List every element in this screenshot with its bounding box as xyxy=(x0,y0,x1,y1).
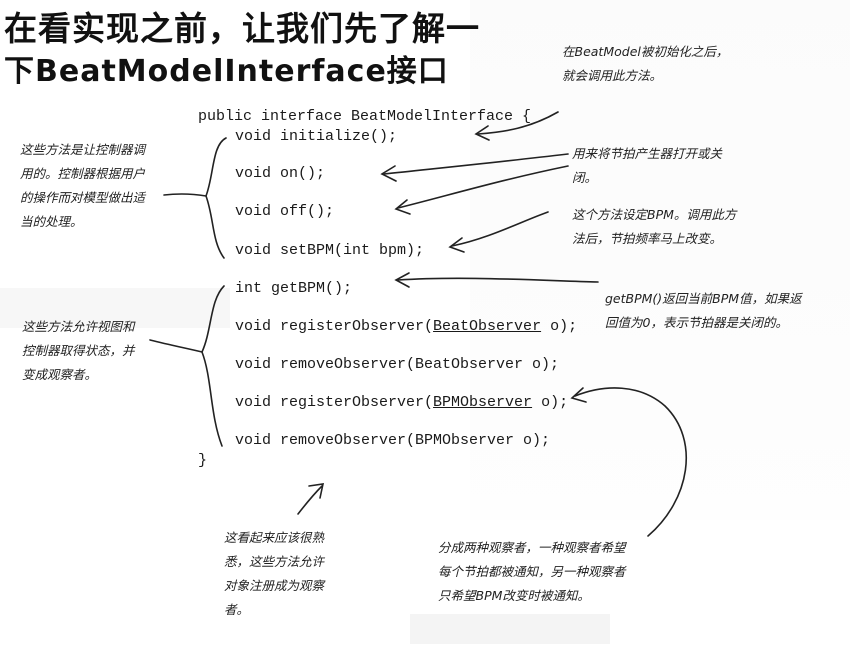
annotation-arrows xyxy=(149,111,687,537)
arrow-observers xyxy=(574,387,687,537)
book-page: 在看实现之前，让我们先了解一 下BeatModelInterface接口 pub… xyxy=(0,0,857,647)
brace-view xyxy=(201,285,225,447)
arrow-familiar xyxy=(297,485,323,515)
arrow-to-on xyxy=(383,153,569,175)
brace-controller xyxy=(205,137,227,259)
arrow-to-getbpm xyxy=(397,277,599,283)
arrow-to-setbpm xyxy=(451,211,549,247)
arrow-to-off xyxy=(397,165,569,209)
connector-controller xyxy=(163,193,207,197)
arrow-to-initialize xyxy=(477,111,559,135)
connector-view xyxy=(149,339,203,353)
